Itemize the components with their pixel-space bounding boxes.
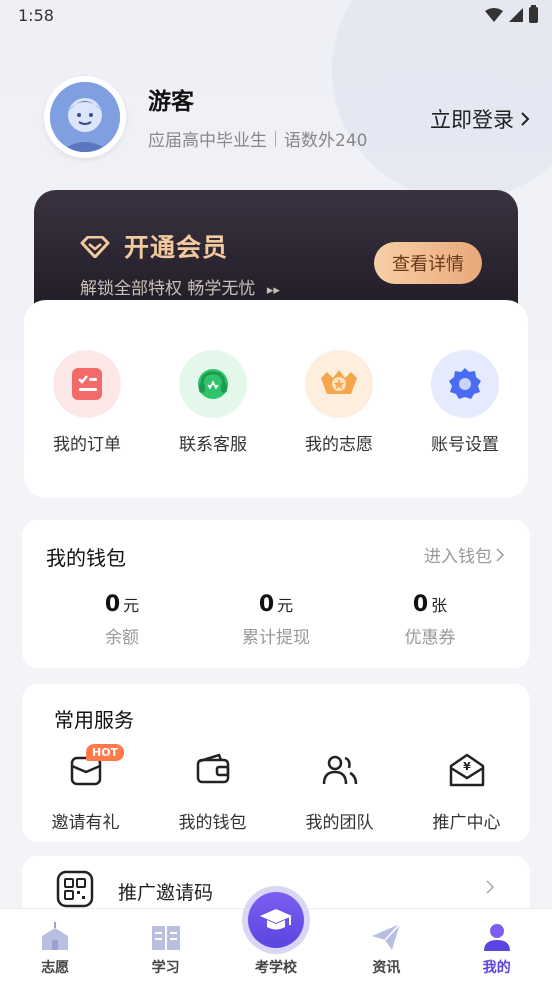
- service-invite[interactable]: HOT 邀请有礼: [22, 744, 149, 833]
- service-wallet[interactable]: 我的钱包: [149, 750, 276, 833]
- quick-item-wishes[interactable]: 我的志愿: [276, 350, 402, 455]
- double-arrow-icon: ▸▸: [266, 283, 280, 298]
- services-title: 常用服务: [54, 708, 134, 732]
- wallet-icon: [193, 750, 233, 790]
- wifi-icon: [485, 8, 503, 22]
- paper-plane-icon: [369, 921, 403, 953]
- user-face-icon: [50, 82, 120, 152]
- wallet-stat-withdrawn[interactable]: 0元 累计提现: [216, 592, 336, 648]
- quick-menu-grid: 我的订单 联系客服 我的志愿 账号设置: [24, 350, 528, 455]
- wallet-stats: 0元 余额 0元 累计提现 0张 优惠券: [22, 592, 530, 648]
- quick-item-label: 我的订单: [53, 435, 121, 455]
- quick-item-label: 账号设置: [431, 435, 499, 455]
- quick-item-settings[interactable]: 账号设置: [402, 350, 528, 455]
- quick-menu-card: 我的订单 联系客服 我的志愿 账号设置: [24, 300, 528, 498]
- gear-icon: [431, 350, 499, 418]
- stat-value: 0元: [104, 592, 140, 617]
- tab-study[interactable]: 学习: [110, 909, 220, 983]
- order-icon: [53, 350, 121, 418]
- graduation-cap-icon: [248, 892, 304, 948]
- enter-wallet-link[interactable]: 进入钱包: [424, 542, 504, 567]
- person-icon: [480, 921, 514, 953]
- svg-text:¥: ¥: [463, 760, 471, 773]
- tab-label: 学习: [151, 960, 180, 976]
- wallet-card: 我的钱包 进入钱包 0元 余额 0元 累计提现 0张 优惠券: [22, 520, 530, 668]
- vip-subtitle: 解锁全部特权 畅学无忧 ▸▸: [80, 274, 280, 299]
- diamond-icon: [80, 236, 110, 258]
- status-bar: 1:58: [0, 0, 552, 32]
- login-label: 立即登录: [430, 108, 514, 132]
- user-subject-info: 语数外240: [284, 131, 368, 151]
- user-grade: 应届高中毕业生: [148, 131, 267, 151]
- tab-volunteer[interactable]: 志愿: [0, 909, 110, 983]
- signal-icon: [509, 8, 523, 22]
- avatar-image: [50, 82, 120, 152]
- vip-subtitle-text: 解锁全部特权 畅学无忧: [80, 279, 256, 299]
- stat-label: 优惠券: [404, 628, 456, 648]
- status-time: 1:58: [18, 6, 54, 25]
- service-label: 邀请有礼: [51, 813, 120, 833]
- center-schools-button[interactable]: [242, 886, 310, 954]
- divider: [275, 130, 276, 147]
- tab-news[interactable]: 资讯: [331, 909, 441, 983]
- status-icons: [485, 5, 538, 23]
- qr-code-icon: [56, 870, 94, 908]
- building-icon: [38, 921, 72, 953]
- star-badge-icon: [305, 350, 373, 418]
- hot-badge: HOT: [86, 744, 125, 761]
- quick-item-label: 联系客服: [179, 435, 247, 455]
- avatar[interactable]: [44, 76, 126, 158]
- vip-title: 开通会员: [124, 233, 229, 262]
- tab-label: 资讯: [372, 960, 401, 976]
- stat-label: 余额: [105, 628, 139, 648]
- team-icon: [320, 750, 360, 790]
- enter-wallet-label: 进入钱包: [424, 547, 492, 567]
- battery-icon: [529, 5, 538, 23]
- service-label: 我的团队: [305, 813, 374, 833]
- username: 游客: [148, 89, 194, 115]
- tab-label: 我的: [482, 960, 511, 976]
- stat-value: 0元: [258, 592, 294, 617]
- chevron-right-icon: [496, 547, 504, 562]
- wallet-title: 我的钱包: [46, 546, 126, 570]
- user-subinfo: 应届高中毕业生 语数外240: [148, 126, 367, 151]
- wallet-stat-coupons[interactable]: 0张 优惠券: [370, 592, 490, 648]
- service-label: 推广中心: [432, 813, 501, 833]
- stat-label: 累计提现: [242, 628, 310, 648]
- vip-details-button[interactable]: 查看详情: [374, 242, 482, 284]
- tab-label: 考学校: [254, 960, 297, 976]
- chevron-right-icon: [486, 880, 494, 894]
- service-promo[interactable]: ¥ 推广中心: [403, 750, 530, 833]
- tab-label: 志愿: [41, 960, 70, 976]
- wallet-stat-balance[interactable]: 0元 余额: [62, 592, 182, 648]
- service-team[interactable]: 我的团队: [276, 750, 403, 833]
- quick-item-service[interactable]: 联系客服: [150, 350, 276, 455]
- promo-mail-icon: ¥: [447, 750, 487, 790]
- quick-item-label: 我的志愿: [305, 435, 373, 455]
- stat-value: 0张: [412, 592, 448, 617]
- services-card: 常用服务 HOT 邀请有礼 我的钱包 我的团队 ¥ 推广中心: [22, 684, 530, 842]
- quick-item-orders[interactable]: 我的订单: [24, 350, 150, 455]
- tab-mine[interactable]: 我的: [442, 909, 552, 983]
- service-label: 我的钱包: [178, 813, 247, 833]
- headset-icon: [179, 350, 247, 418]
- services-grid: HOT 邀请有礼 我的钱包 我的团队 ¥ 推广中心: [22, 744, 530, 833]
- chevron-right-icon: [521, 112, 530, 126]
- book-icon: [149, 921, 183, 953]
- login-link[interactable]: 立即登录: [430, 104, 530, 134]
- invite-code-label: 推广邀请码: [118, 882, 214, 904]
